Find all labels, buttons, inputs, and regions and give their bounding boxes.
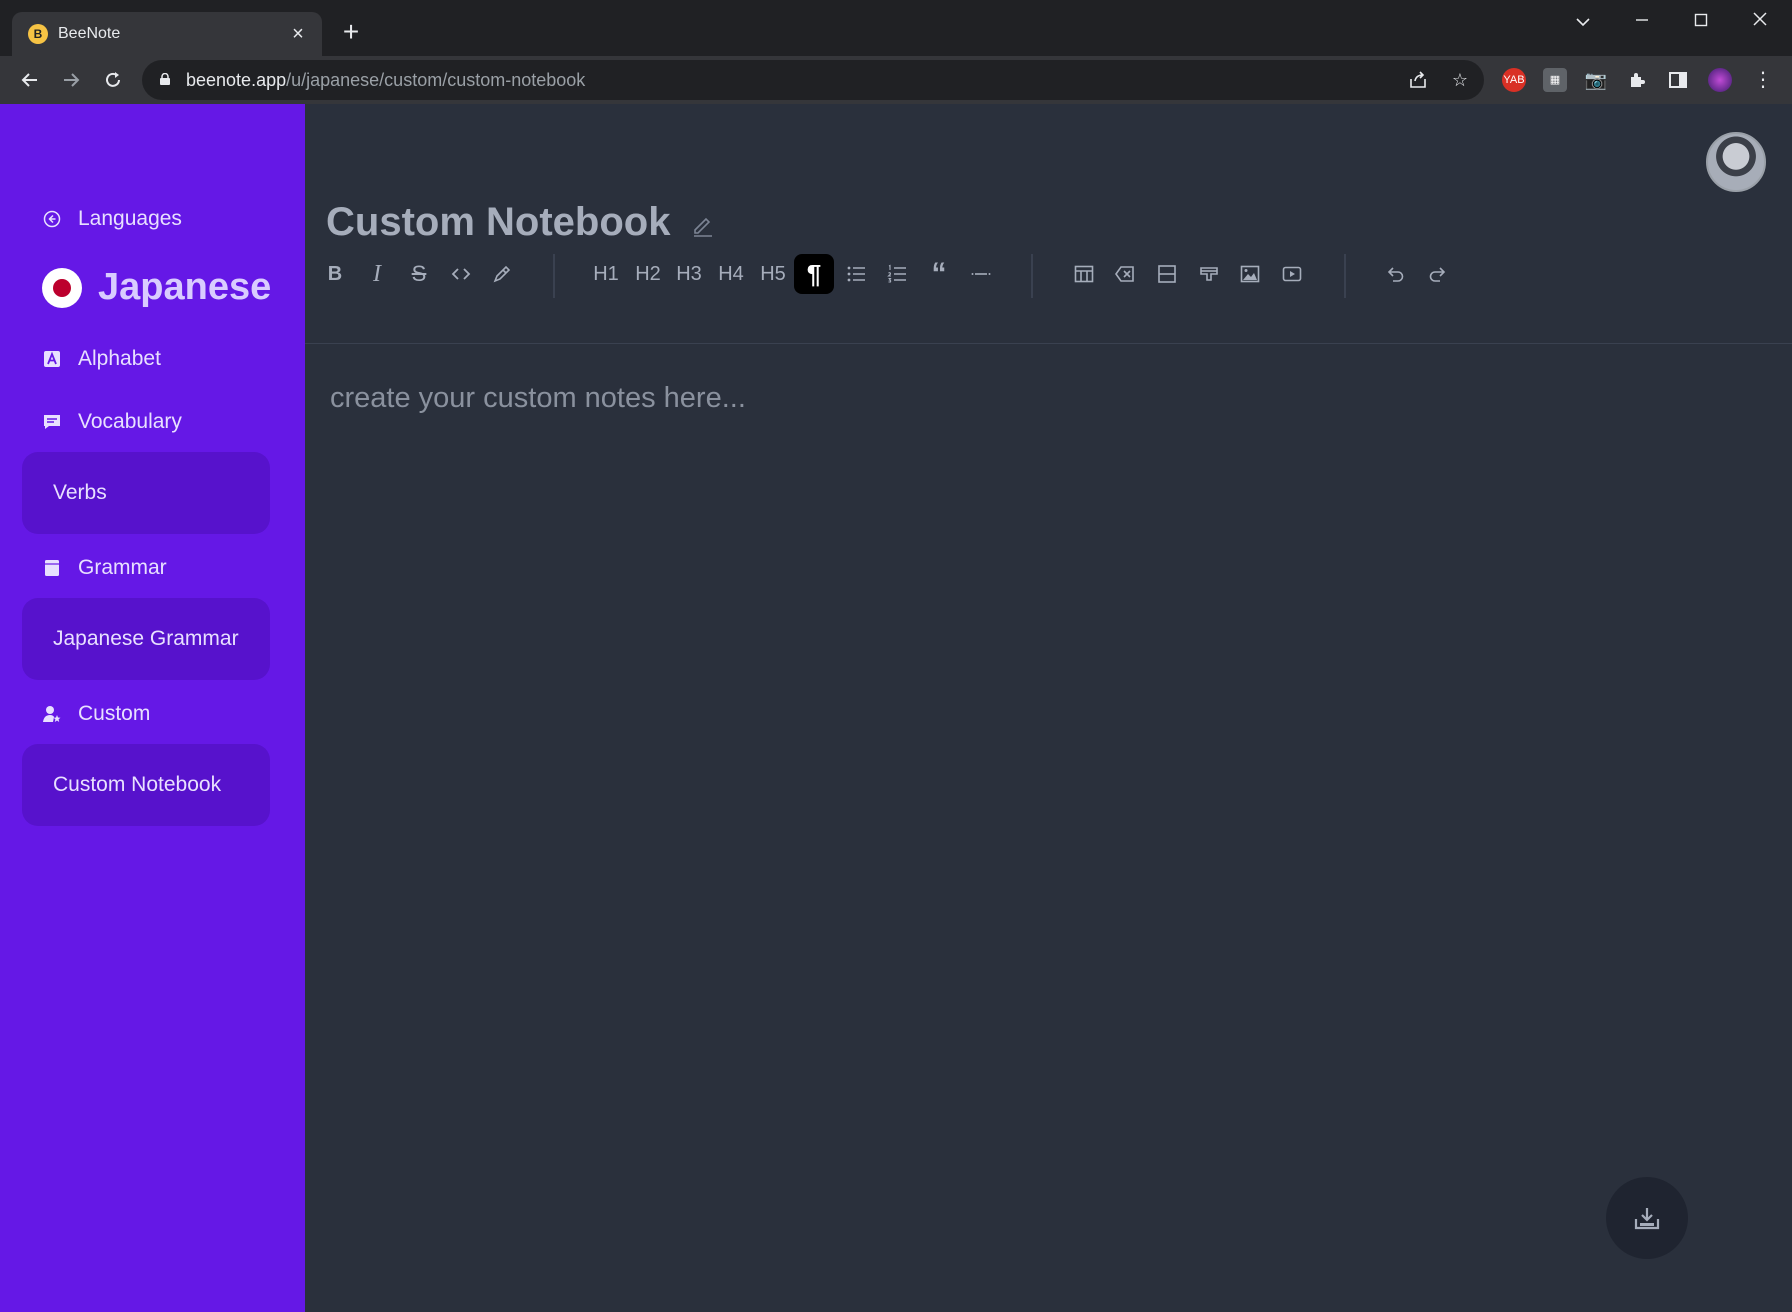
sidebar-card-verbs[interactable]: Verbs: [22, 452, 270, 534]
tab-close-icon[interactable]: ×: [284, 20, 312, 48]
tab-search-chevron-icon[interactable]: [1559, 6, 1607, 36]
share-icon[interactable]: [1406, 68, 1430, 92]
side-panel-icon[interactable]: [1666, 68, 1690, 92]
sidebar-item-custom[interactable]: Custom: [42, 699, 150, 729]
horizontal-rule-icon[interactable]: [961, 254, 1001, 294]
camera-extension-icon[interactable]: 📷: [1584, 68, 1608, 92]
close-window-icon[interactable]: [1736, 6, 1784, 36]
sidebar-item-grammar[interactable]: Grammar: [42, 553, 167, 583]
url-text: beenote.app/u/japanese/custom/custom-not…: [186, 70, 585, 91]
strikethrough-icon[interactable]: S: [399, 254, 439, 294]
lock-icon: [160, 73, 170, 85]
editor-toolbar: B I S H1 H2 H3 H4 H5 ¶ “: [305, 254, 1792, 344]
heading-3-button[interactable]: H3: [669, 254, 709, 294]
sidebar-back-languages[interactable]: Languages: [42, 204, 182, 234]
ordered-list-icon[interactable]: [877, 254, 917, 294]
tab-title: BeeNote: [58, 25, 121, 42]
beenote-app: Languages Japanese Alphabet Vocabulary V…: [0, 104, 1792, 1312]
toggle-header-row-icon[interactable]: [1189, 254, 1229, 294]
back-circle-icon: [42, 209, 62, 229]
sidebar-card-japanese-grammar[interactable]: Japanese Grammar: [22, 598, 270, 680]
browser-tabstrip: B BeeNote × +: [0, 0, 1792, 56]
sidebar-item-label: Alphabet: [78, 347, 161, 370]
reload-icon[interactable]: [97, 64, 129, 96]
heading-5-button[interactable]: H5: [753, 254, 793, 294]
bookmark-star-icon[interactable]: ☆: [1448, 68, 1472, 92]
heading-2-button[interactable]: H2: [628, 254, 668, 294]
language-name: Japanese: [98, 266, 272, 308]
address-bar[interactable]: beenote.app/u/japanese/custom/custom-not…: [142, 60, 1484, 100]
chat-icon: [42, 412, 62, 432]
bullet-list-icon[interactable]: [836, 254, 876, 294]
browser-tab[interactable]: B BeeNote ×: [12, 12, 322, 56]
extensions-puzzle-icon[interactable]: [1625, 68, 1649, 92]
minimize-icon[interactable]: [1618, 6, 1666, 36]
highlight-pen-icon[interactable]: [482, 254, 522, 294]
sidebar-item-label: Custom: [78, 702, 151, 725]
new-tab-icon[interactable]: +: [336, 18, 366, 48]
yab-extension-icon[interactable]: YAB: [1502, 68, 1526, 92]
sidebar-item-label: Grammar: [78, 556, 167, 579]
download-icon: [1634, 1208, 1660, 1230]
split-cell-icon[interactable]: [1147, 254, 1187, 294]
beenote-favicon-icon: B: [28, 24, 48, 44]
sidebar-back-label: Languages: [78, 207, 182, 230]
browser-toolbar: beenote.app/u/japanese/custom/custom-not…: [0, 56, 1792, 104]
sidebar-card-label: Japanese Grammar: [53, 627, 239, 650]
bold-icon[interactable]: B: [315, 254, 355, 294]
book-icon: [42, 558, 62, 578]
insert-image-icon[interactable]: [1230, 254, 1270, 294]
editor-placeholder: create your custom notes here...: [330, 382, 746, 414]
download-button[interactable]: [1606, 1177, 1688, 1259]
code-icon[interactable]: [441, 254, 481, 294]
insert-video-icon[interactable]: [1272, 254, 1312, 294]
redo-icon[interactable]: [1418, 254, 1458, 294]
sidebar-item-alphabet[interactable]: Alphabet: [42, 344, 161, 374]
forward-icon[interactable]: [55, 64, 87, 96]
browser-menu-icon[interactable]: ⋮: [1751, 68, 1775, 92]
toolbar-separator: [553, 254, 555, 298]
italic-icon[interactable]: I: [357, 254, 397, 294]
page-title: Custom Notebook: [326, 200, 671, 244]
language-header: Japanese: [42, 266, 271, 309]
sidebar-card-label: Custom Notebook: [53, 773, 222, 796]
notes-editor[interactable]: create your custom notes here...: [330, 382, 1730, 415]
paragraph-icon[interactable]: ¶: [794, 254, 834, 294]
undo-icon[interactable]: [1375, 254, 1415, 294]
delete-table-icon[interactable]: [1105, 254, 1145, 294]
heading-4-button[interactable]: H4: [711, 254, 751, 294]
insert-table-icon[interactable]: [1064, 254, 1104, 294]
profile-avatar-icon[interactable]: [1708, 68, 1732, 92]
sidebar-card-custom-notebook[interactable]: Custom Notebook: [22, 744, 270, 826]
user-avatar[interactable]: [1706, 132, 1766, 192]
edit-title-pencil-icon[interactable]: [690, 212, 716, 238]
toolbar-separator: [1031, 254, 1033, 298]
sidebar-item-label: Vocabulary: [78, 410, 182, 433]
blockquote-icon[interactable]: “: [919, 254, 959, 294]
sidebar-item-vocabulary[interactable]: Vocabulary: [42, 407, 182, 437]
maximize-icon[interactable]: [1677, 6, 1725, 36]
toolbar-separator: [1344, 254, 1346, 298]
japan-flag-icon: [42, 267, 82, 308]
back-icon[interactable]: [14, 64, 46, 96]
user-star-icon: [42, 704, 62, 724]
screen-capture-extension-icon[interactable]: ▦: [1543, 68, 1567, 92]
alphabet-icon: [42, 349, 62, 369]
url-host: beenote.app: [186, 70, 287, 90]
heading-1-button[interactable]: H1: [586, 254, 626, 294]
url-path: /u/japanese/custom/custom-notebook: [286, 70, 586, 90]
sidebar-card-label: Verbs: [53, 481, 107, 504]
